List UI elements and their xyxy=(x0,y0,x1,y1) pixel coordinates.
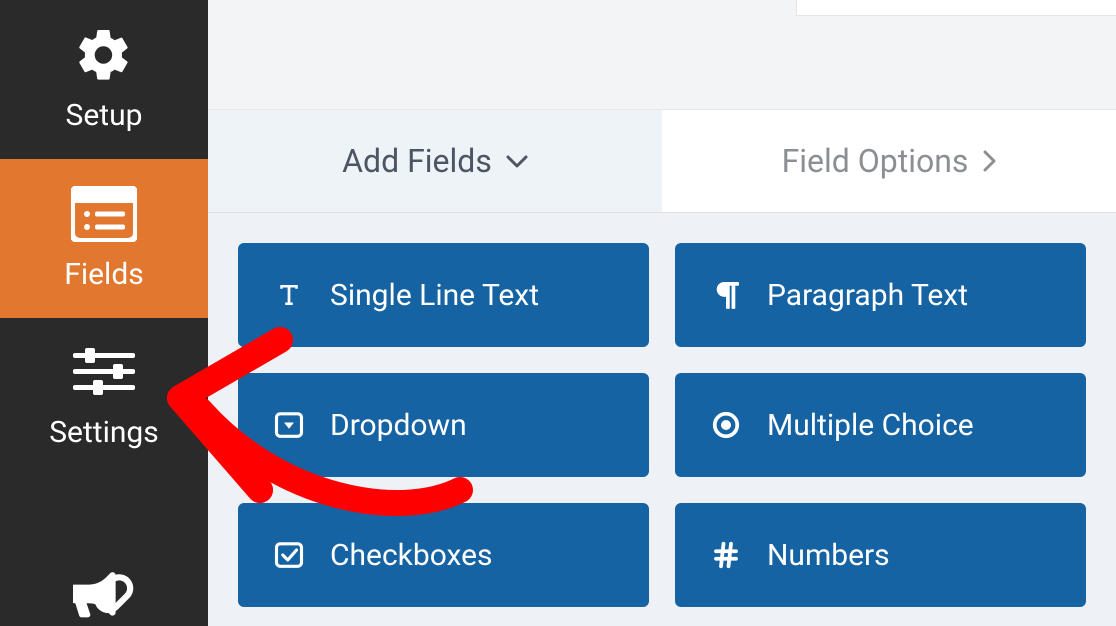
radio-icon xyxy=(709,410,743,440)
field-label: Paragraph Text xyxy=(767,278,968,313)
field-label: Numbers xyxy=(767,538,890,573)
field-single-line-text[interactable]: Single Line Text xyxy=(238,243,649,347)
pilcrow-icon xyxy=(709,280,743,310)
field-label: Checkboxes xyxy=(330,538,493,573)
check-icon xyxy=(272,540,306,570)
hash-icon xyxy=(709,540,743,570)
gear-icon xyxy=(74,26,134,84)
field-numbers[interactable]: Numbers xyxy=(675,503,1086,607)
dropdown-icon xyxy=(272,410,306,440)
top-segment xyxy=(796,0,1116,16)
tab-field-options[interactable]: Field Options xyxy=(662,110,1116,212)
sliders-icon xyxy=(73,343,135,401)
sidebar-item-setup[interactable]: Setup xyxy=(0,0,208,159)
sidebar-item-fields[interactable]: Fields xyxy=(0,159,208,318)
tabs: Add Fields Field Options xyxy=(208,110,1116,213)
field-checkboxes[interactable]: Checkboxes xyxy=(238,503,649,607)
field-label: Multiple Choice xyxy=(767,408,974,443)
main-panel: Add Fields Field Options Single Line Tex… xyxy=(208,0,1116,626)
chevron-down-icon xyxy=(506,154,528,168)
field-multiple-choice[interactable]: Multiple Choice xyxy=(675,373,1086,477)
sidebar-item-marketing[interactable] xyxy=(0,476,208,626)
top-bar xyxy=(208,0,1116,110)
megaphone-icon xyxy=(73,568,135,626)
chevron-right-icon xyxy=(982,150,996,172)
field-label: Dropdown xyxy=(330,408,467,443)
field-paragraph-text[interactable]: Paragraph Text xyxy=(675,243,1086,347)
tab-add-fields[interactable]: Add Fields xyxy=(208,110,662,212)
field-label: Single Line Text xyxy=(330,278,539,313)
text-cursor-icon xyxy=(272,280,306,310)
sidebar-item-label: Fields xyxy=(64,257,143,292)
field-dropdown[interactable]: Dropdown xyxy=(238,373,649,477)
tab-label: Field Options xyxy=(782,142,969,180)
sidebar: Setup Fields xyxy=(0,0,208,626)
tab-label: Add Fields xyxy=(342,142,492,180)
sidebar-item-label: Setup xyxy=(66,98,143,133)
sidebar-item-label: Settings xyxy=(49,415,159,450)
fields-grid: Single Line Text Paragraph Text Dropdown… xyxy=(208,213,1116,607)
list-box-icon xyxy=(71,185,137,243)
sidebar-item-settings[interactable]: Settings xyxy=(0,318,208,477)
